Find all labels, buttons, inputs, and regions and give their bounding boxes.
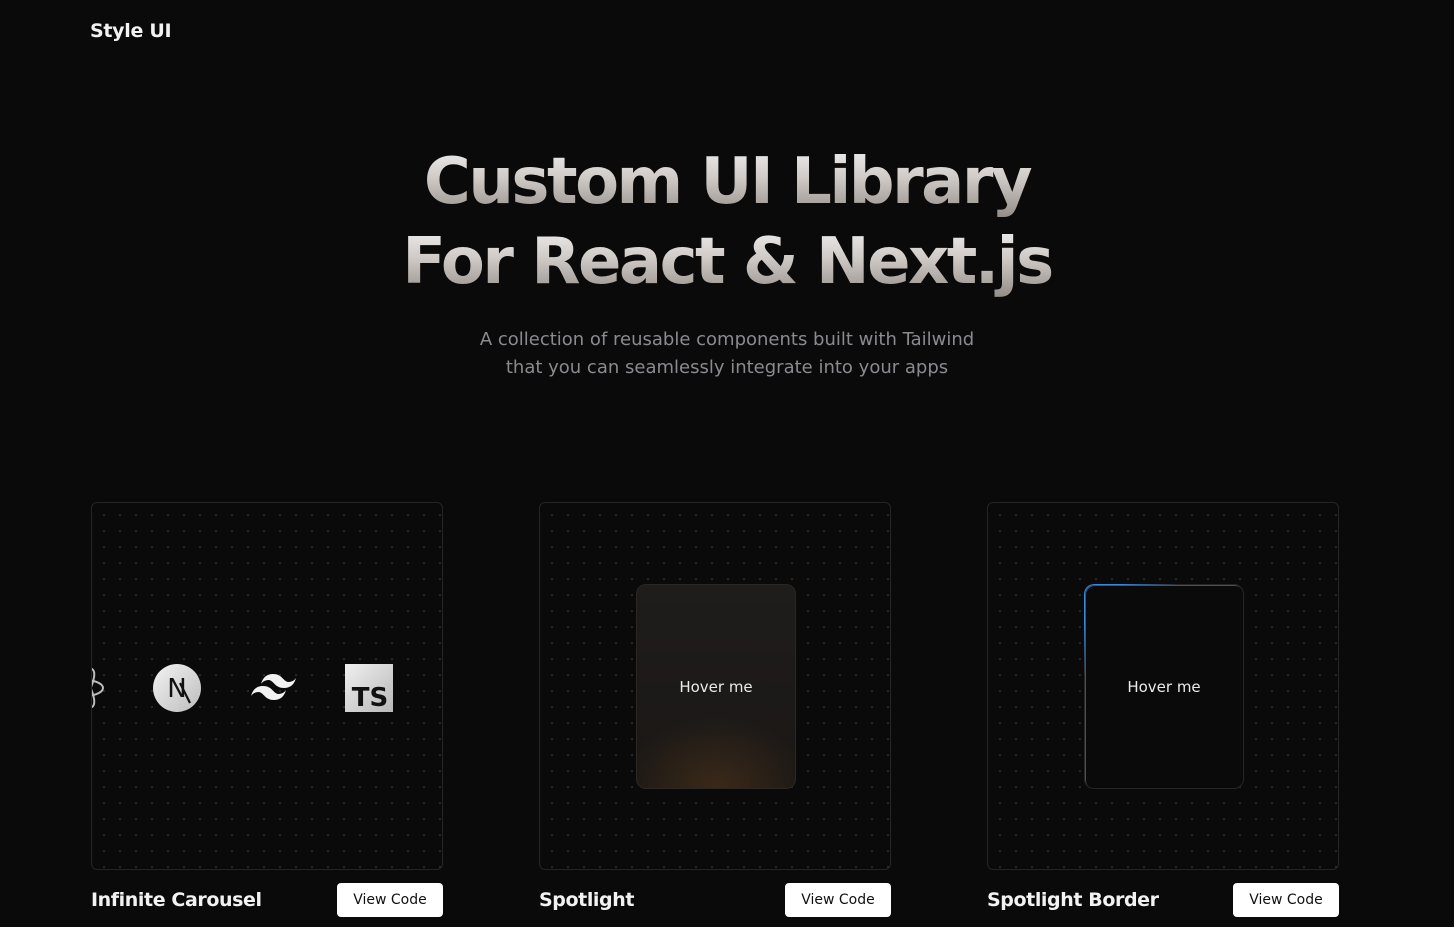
hero-title: Custom UI Library For React & Next.js — [0, 142, 1454, 302]
hero-subtitle-line-1: A collection of reusable components buil… — [479, 329, 975, 350]
spotlight-view-code-button[interactable]: View Code — [785, 883, 891, 917]
brand-logo[interactable]: Style UI — [90, 20, 172, 42]
hero-title-line-2: For React & Next.js — [0, 222, 1454, 302]
carousel-track: N TS — [92, 663, 442, 713]
react-icon — [92, 667, 104, 709]
carousel-card-footer: Infinite Carousel View Code — [91, 883, 443, 917]
hero-subtitle-line-2: that you can seamlessly integrate into y… — [505, 357, 949, 378]
spotlight-card-footer: Spotlight View Code — [539, 883, 891, 917]
spotlight-card-title: Spotlight — [539, 889, 635, 911]
carousel-preview-card: N TS — [91, 502, 443, 870]
spotlight-border-card-title: Spotlight Border — [987, 889, 1159, 911]
spotlight-hover-box[interactable]: Hover me — [636, 584, 796, 789]
tailwind-icon — [251, 674, 296, 700]
nextjs-icon: N — [153, 664, 201, 712]
spotlight-preview-card: Hover me — [539, 502, 891, 870]
carousel-view-code-button[interactable]: View Code — [337, 883, 443, 917]
page: Style UI Custom UI Library For React & N… — [0, 0, 1454, 927]
typescript-label: TS — [352, 683, 388, 713]
spotlight-border-text: Hover me — [1127, 677, 1201, 696]
typescript-icon: TS — [345, 664, 393, 713]
spotlight-border-view-code-button[interactable]: View Code — [1233, 883, 1339, 917]
spotlight-border-hover-box[interactable]: Hover me — [1084, 584, 1244, 789]
hero-title-line-1: Custom UI Library — [0, 142, 1454, 222]
hero-subtitle: A collection of reusable components buil… — [0, 326, 1454, 382]
spotlight-border-card-footer: Spotlight Border View Code — [987, 883, 1339, 917]
spotlight-border-preview-card: Hover me — [987, 502, 1339, 870]
carousel-card-title: Infinite Carousel — [91, 889, 262, 911]
